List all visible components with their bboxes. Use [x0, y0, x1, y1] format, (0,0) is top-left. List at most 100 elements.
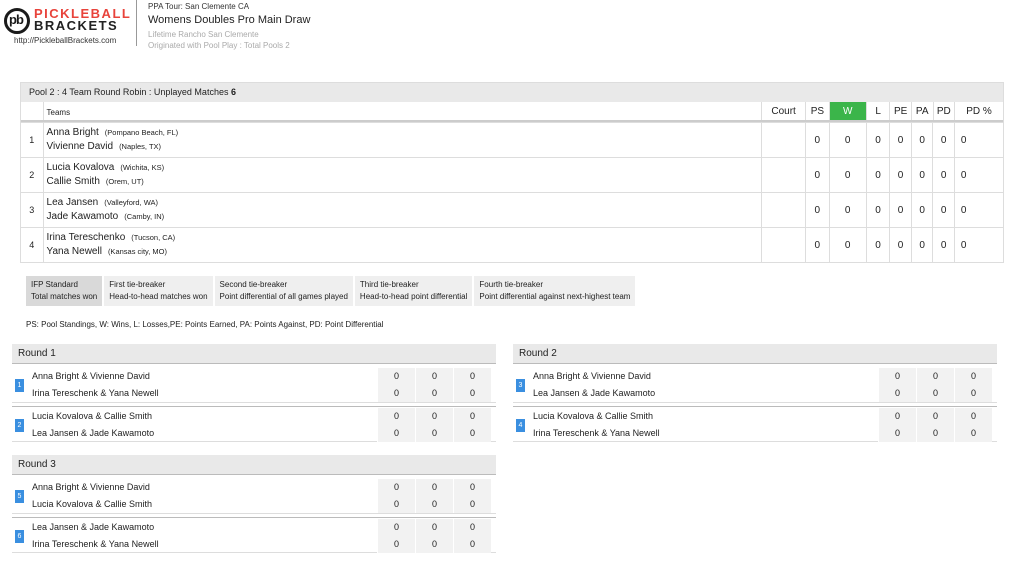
pool-title: Pool 2 : 4 Team Round Robin : Unplayed M… — [21, 83, 1003, 102]
header-pe[interactable]: PE — [889, 102, 911, 120]
player-name[interactable]: Lea Jansen — [47, 197, 99, 208]
pd-cell: 0 — [932, 123, 954, 157]
team-2-scores: 0 0 0 — [377, 496, 491, 513]
brand-url[interactable]: http://PickleballBrackets.com — [14, 36, 116, 45]
tiebreaker-item: Second tie-breaker Point differential of… — [214, 276, 353, 306]
w-cell: 0 — [828, 228, 866, 262]
game-score: 0 — [415, 368, 453, 385]
pe-cell: 0 — [889, 228, 911, 262]
game-score: 0 — [453, 519, 491, 536]
game-score: 0 — [377, 536, 415, 553]
brand-line2: BRACKETS — [34, 18, 119, 33]
player-name[interactable]: Anna Bright — [47, 127, 99, 138]
team-cell: Lucia Kovalova (Wichita, KS) Callie Smith… — [42, 158, 761, 192]
player-location: (Orem, UT) — [105, 177, 144, 186]
game-score: 0 — [415, 479, 453, 496]
header-l[interactable]: L — [865, 102, 890, 120]
row-num: 4 — [29, 240, 35, 250]
origin-info: Originated with Pool Play : Total Pools … — [148, 41, 290, 50]
game-score: 0 — [377, 425, 415, 442]
match-team-1: Lucia Kovalova & Callie Smith — [533, 411, 654, 421]
team-1-scores: 0 0 0 — [377, 368, 491, 385]
header-pa[interactable]: PA — [910, 102, 933, 120]
game-score: 0 — [377, 408, 415, 425]
pa-cell: 0 — [910, 158, 933, 192]
l-cell: 0 — [865, 123, 890, 157]
l-cell: 0 — [865, 158, 890, 192]
match-card[interactable]: 2 Lucia Kovalova & Callie Smith Lea Jans… — [12, 406, 496, 442]
match-card[interactable]: 3 Anna Bright & Vivienne David Lea Janse… — [513, 367, 997, 403]
game-score: 0 — [453, 425, 491, 442]
player-name[interactable]: Vivienne David — [47, 141, 114, 152]
player-name[interactable]: Lucia Kovalova — [47, 162, 115, 173]
table-row: 3 Lea Jansen (Valleyford, WA) Jade Kawamo… — [21, 192, 1003, 227]
player-name[interactable]: Callie Smith — [47, 176, 100, 187]
brand-logo[interactable]: pb PICKLEBALL BRACKETS — [4, 6, 134, 40]
table-row: 4 Irina Tereschenko (Tucson, CA) Yana New… — [21, 227, 1003, 262]
player-name[interactable]: Jade Kawamoto — [47, 211, 119, 222]
round-2-panel: Round 2 3 Anna Bright & Vivienne David L… — [513, 344, 997, 442]
team-2-scores: 0 0 0 — [377, 385, 491, 402]
header-pd[interactable]: PD — [932, 102, 955, 120]
tiebreaker-item: First tie-breaker Head-to-head matches w… — [104, 276, 213, 306]
tour-name: PPA Tour: San Clemente CA — [148, 2, 250, 11]
game-score: 0 — [415, 408, 453, 425]
game-score: 0 — [916, 368, 954, 385]
round-1-panel: Round 1 1 Anna Bright & Vivienne David I… — [12, 344, 496, 442]
row-num: 3 — [29, 205, 35, 215]
game-score: 0 — [377, 519, 415, 536]
tiebreaker-title: Third tie-breaker — [359, 280, 419, 289]
game-score: 0 — [453, 536, 491, 553]
match-card[interactable]: 4 Lucia Kovalova & Callie Smith Irina Te… — [513, 406, 997, 442]
header-pd-percent[interactable]: PD % — [954, 102, 1003, 120]
venue-name: Lifetime Rancho San Clemente — [148, 30, 259, 39]
match-card[interactable]: 6 Lea Jansen & Jade Kawamoto Irina Teres… — [12, 517, 496, 553]
w-cell: 0 — [828, 158, 866, 192]
tiebreaker-item: Fourth tie-breaker Point differential ag… — [474, 276, 636, 306]
player-name[interactable]: Yana Newell — [47, 246, 102, 257]
stats-legend: PS: Pool Standings, W: Wins, L: Losses,P… — [26, 320, 384, 329]
match-number-badge: 6 — [15, 530, 24, 543]
header-ps[interactable]: PS — [805, 102, 829, 120]
game-score: 0 — [453, 385, 491, 402]
team-cell: Anna Bright (Pompano Beach, FL) Vivienne … — [42, 123, 761, 157]
header-w[interactable]: W — [828, 102, 866, 120]
team-cell: Lea Jansen (Valleyford, WA) Jade Kawamoto… — [42, 193, 761, 227]
game-score: 0 — [878, 425, 916, 442]
player-location: (Wichita, KS) — [120, 163, 165, 172]
match-team-1: Anna Bright & Vivienne David — [32, 482, 150, 492]
round-title: Round 1 — [12, 344, 496, 364]
match-team-1: Anna Bright & Vivienne David — [533, 371, 651, 381]
pool-standings-table: Pool 2 : 4 Team Round Robin : Unplayed M… — [20, 82, 1004, 263]
pb-logo-icon: pb — [4, 8, 30, 34]
match-number-badge: 5 — [15, 490, 24, 503]
w-cell: 0 — [828, 123, 866, 157]
w-cell: 0 — [828, 193, 866, 227]
brand-name: PICKLEBALL BRACKETS — [34, 7, 131, 33]
tiebreaker-desc: Head-to-head point differential — [359, 292, 468, 301]
ps-cell: 0 — [805, 193, 829, 227]
game-score: 0 — [954, 408, 992, 425]
game-score: 0 — [415, 536, 453, 553]
game-score: 0 — [415, 519, 453, 536]
game-score: 0 — [878, 385, 916, 402]
header-num — [21, 102, 43, 120]
header-court[interactable]: Court — [761, 102, 805, 120]
match-card[interactable]: 1 Anna Bright & Vivienne David Irina Ter… — [12, 367, 496, 403]
game-score: 0 — [415, 425, 453, 442]
tiebreaker-item: Third tie-breaker Head-to-head point dif… — [354, 276, 473, 306]
player-location: (Naples, TX) — [119, 142, 162, 151]
pd-cell: 0 — [932, 228, 954, 262]
unplayed-count: 6 — [230, 87, 236, 97]
game-score: 0 — [954, 385, 992, 402]
pd-cell: 0 — [932, 158, 954, 192]
court-cell — [760, 228, 805, 262]
pa-cell: 0 — [910, 123, 933, 157]
player-name[interactable]: Irina Tereschenko — [47, 232, 126, 243]
match-team-2: Lea Jansen & Jade Kawamoto — [32, 428, 155, 438]
match-card[interactable]: 5 Anna Bright & Vivienne David Lucia Kov… — [12, 478, 496, 514]
tiebreaker-item: IFP Standard Total matches won — [26, 276, 103, 306]
game-score: 0 — [916, 408, 954, 425]
match-team-2: Irina Tereschenk & Yana Newell — [32, 539, 159, 549]
team-2-scores: 0 0 0 — [878, 425, 992, 442]
